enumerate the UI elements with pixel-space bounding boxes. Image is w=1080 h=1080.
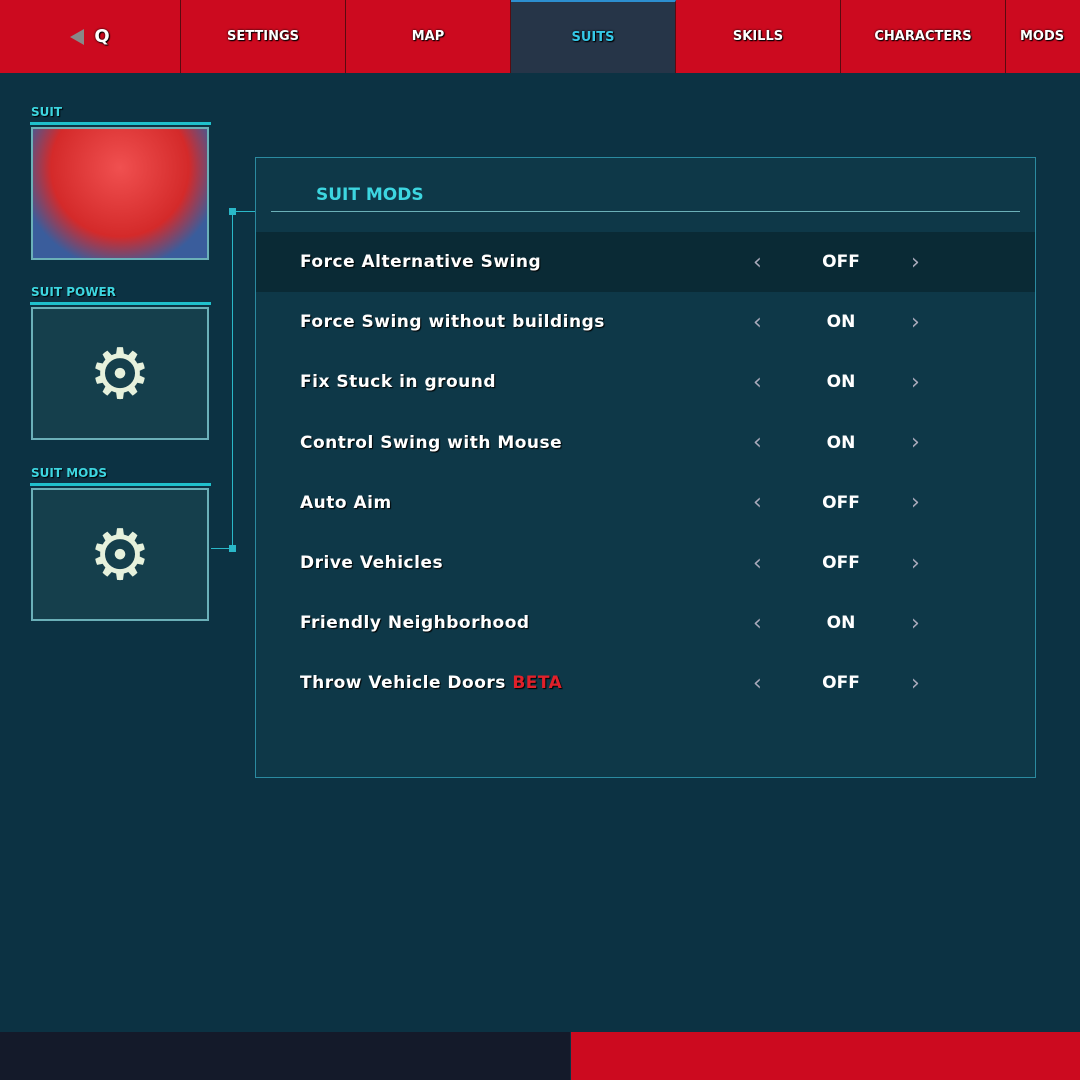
mod-option-row[interactable]: Friendly Neighborhood ‹ ON › [256,593,1035,653]
suit-power-slot[interactable]: ⚙ [31,307,209,440]
chevron-left-icon[interactable]: ‹ [753,490,762,515]
chevron-left-icon[interactable]: ‹ [753,250,762,275]
mod-option-value: OFF [822,252,860,272]
chevron-right-icon[interactable]: › [911,551,920,576]
mod-option-label: Fix Stuck in ground [300,372,497,393]
connector-line [211,548,231,549]
mod-option-value: ON [826,312,856,333]
suit-mods-slot[interactable]: ⚙ [31,488,209,621]
suit-label: SUIT [31,105,63,119]
tab-map[interactable]: MAP [346,0,511,73]
bottom-bar-left [0,1032,570,1080]
divider [30,483,211,486]
mod-option-row[interactable]: Force Swing without buildings ‹ ON › [256,292,1035,352]
divider [30,122,211,125]
mod-option-value: ON [826,613,856,634]
tab-settings[interactable]: SETTINGS [181,0,346,73]
beta-badge: BETA [512,673,563,694]
suit-image[interactable] [31,127,209,260]
connector-line [236,211,256,212]
back-tab-button[interactable]: Q [0,0,181,73]
tab-mods[interactable]: MODS [1006,0,1080,73]
chevron-right-icon[interactable]: › [911,430,920,455]
suit-mods-label: SUIT MODS [31,466,107,480]
gear-icon: ⚙ [88,332,152,415]
chevron-right-icon[interactable]: › [911,490,920,515]
mod-option-label: Friendly Neighborhood [300,613,530,634]
mod-option-row[interactable]: Control Swing with Mouse ‹ ON › [256,413,1035,473]
mod-option-row[interactable]: Drive Vehicles ‹ OFF › [256,533,1035,593]
mod-option-label: Throw Vehicle Doors BETA [300,673,563,694]
mod-option-row[interactable]: Throw Vehicle Doors BETA ‹ OFF › [256,653,1035,713]
mod-option-row[interactable]: Fix Stuck in ground ‹ ON › [256,352,1035,412]
mod-option-row[interactable]: Auto Aim ‹ OFF › [256,473,1035,533]
divider [30,302,211,305]
chevron-right-icon[interactable]: › [911,671,920,696]
mod-option-label: Force Alternative Swing [300,252,542,272]
tab-suits[interactable]: SUITS [511,0,676,73]
connector-line [232,211,233,549]
mod-option-value: ON [826,372,856,393]
connector-node [229,208,236,215]
triangle-left-icon [70,28,85,45]
gear-icon: ⚙ [88,513,152,596]
chevron-left-icon[interactable]: ‹ [753,671,762,696]
suit-mods-panel: SUIT MODS Force Alternative Swing ‹ OFF … [255,157,1036,778]
divider [271,211,1020,212]
mod-option-value: OFF [822,673,860,694]
top-tab-bar: Q SETTINGS MAP SUITS SKILLS CHARACTERS M… [0,0,1080,73]
mod-option-label: Control Swing with Mouse [300,432,563,453]
mod-option-label: Drive Vehicles [300,553,444,573]
chevron-right-icon[interactable]: › [911,250,920,275]
chevron-left-icon[interactable]: ‹ [753,310,762,335]
chevron-left-icon[interactable]: ‹ [753,611,762,636]
suit-power-label: SUIT POWER [31,285,116,299]
chevron-right-icon[interactable]: › [911,310,920,335]
mod-option-value: ON [826,432,856,453]
mod-option-value: OFF [822,492,860,513]
mod-option-row[interactable]: Force Alternative Swing ‹ OFF › [256,232,1035,292]
mod-option-label: Force Swing without buildings [300,312,605,333]
chevron-left-icon[interactable]: ‹ [753,430,762,455]
panel-title: SUIT MODS [316,185,424,205]
chevron-left-icon[interactable]: ‹ [753,370,762,395]
tab-skills[interactable]: SKILLS [676,0,841,73]
bottom-bar-right [571,1032,1080,1080]
mod-option-value: OFF [822,553,860,573]
tab-characters[interactable]: CHARACTERS [841,0,1006,73]
chevron-right-icon[interactable]: › [911,611,920,636]
chevron-left-icon[interactable]: ‹ [753,551,762,576]
mod-option-label: Auto Aim [300,492,392,513]
chevron-right-icon[interactable]: › [911,370,920,395]
